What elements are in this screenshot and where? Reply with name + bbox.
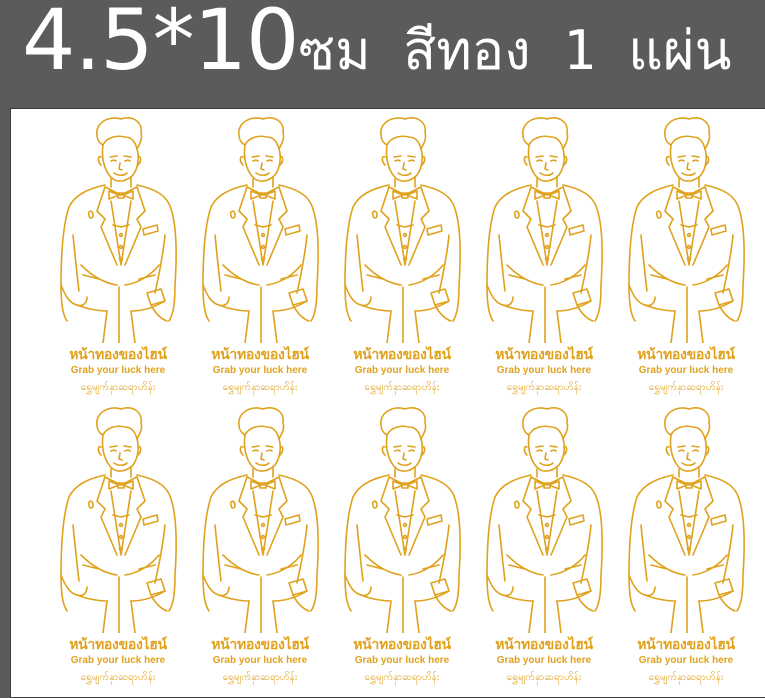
burmese-caption: ရွှေမျက်နှာဆရာဟိန်း: [222, 672, 298, 683]
title-size: 4.5*10: [22, 0, 299, 89]
burmese-caption: ရွှေမျက်နှာဆရာဟိန်း: [80, 382, 156, 393]
burmese-caption: ရွှေမျက်နှာဆရာဟိန်း: [506, 672, 582, 683]
man-in-suit-illustration: [628, 117, 745, 343]
man-in-suit-illustration: [202, 117, 319, 343]
sticker-5: หน้าทองของไฮน์ Grab your luck here ရွှေမ…: [615, 115, 757, 395]
man-in-suit-illustration: [60, 117, 177, 343]
thai-caption: หน้าทองของไฮน์: [211, 347, 309, 363]
title-description: ซม สีทอง 1 แผ่น: [298, 19, 732, 82]
man-in-suit-illustration: [202, 407, 319, 633]
man-in-suit-illustration: [344, 407, 461, 633]
sticker-6: หน้าทองของไฮน์ Grab your luck here ရွှေမ…: [47, 405, 189, 685]
sticker-3: หน้าทองของไฮน์ Grab your luck here ရွှေမ…: [331, 115, 473, 395]
sticker-10: หน้าทองของไฮน์ Grab your luck here ရွှေမ…: [615, 405, 757, 685]
page-title: 4.5*10ซม สีทอง 1 แผ่น: [22, 0, 732, 82]
burmese-caption: ရွှေမျက်နှာဆရာဟိန်း: [364, 672, 440, 683]
sticker-9: หน้าทองของไฮน์ Grab your luck here ရွှေမ…: [473, 405, 615, 685]
sticker-2: หน้าทองของไฮน์ Grab your luck here ရွှေမ…: [189, 115, 331, 395]
man-in-suit-illustration: [60, 407, 177, 633]
thai-caption: หน้าทองของไฮน์: [637, 347, 735, 363]
thai-caption: หน้าทองของไฮน์: [495, 637, 593, 653]
man-in-suit-illustration: [628, 407, 745, 633]
burmese-caption: ရွှေမျက်နှာဆရာဟိန်း: [506, 382, 582, 393]
english-caption: Grab your luck here: [70, 655, 166, 666]
english-caption: Grab your luck here: [638, 655, 734, 666]
sticker-sheet: หน้าทองของไฮน์ Grab your luck here ရွှေမ…: [10, 108, 765, 698]
burmese-caption: ရွှေမျက်နှာဆရာဟိန်း: [80, 672, 156, 683]
burmese-caption: ရွှေမျက်နှာဆရာဟိန်း: [364, 382, 440, 393]
thai-caption: หน้าทองของไฮน์: [495, 347, 593, 363]
english-caption: Grab your luck here: [212, 365, 308, 376]
sticker-7: หน้าทองของไฮน์ Grab your luck here ရွှေမ…: [189, 405, 331, 685]
man-in-suit-illustration: [486, 117, 603, 343]
english-caption: Grab your luck here: [212, 655, 308, 666]
thai-caption: หน้าทองของไฮน์: [353, 637, 451, 653]
english-caption: Grab your luck here: [354, 365, 450, 376]
english-caption: Grab your luck here: [496, 655, 592, 666]
english-caption: Grab your luck here: [70, 365, 166, 376]
thai-caption: หน้าทองของไฮน์: [211, 637, 309, 653]
thai-caption: หน้าทองของไฮน์: [69, 347, 167, 363]
sticker-1: หน้าทองของไฮน์ Grab your luck here ရွှေမ…: [47, 115, 189, 395]
english-caption: Grab your luck here: [354, 655, 450, 666]
man-in-suit-illustration: [486, 407, 603, 633]
sticker-8: หน้าทองของไฮน์ Grab your luck here ရွှေမ…: [331, 405, 473, 685]
thai-caption: หน้าทองของไฮน์: [353, 347, 451, 363]
burmese-caption: ရွှေမျက်နှာဆရာဟိန်း: [648, 672, 724, 683]
english-caption: Grab your luck here: [496, 365, 592, 376]
thai-caption: หน้าทองของไฮน์: [637, 637, 735, 653]
english-caption: Grab your luck here: [638, 365, 734, 376]
man-in-suit-illustration: [344, 117, 461, 343]
burmese-caption: ရွှေမျက်နှာဆရာဟိန်း: [222, 382, 298, 393]
sticker-4: หน้าทองของไฮน์ Grab your luck here ရွှေမ…: [473, 115, 615, 395]
thai-caption: หน้าทองของไฮน์: [69, 637, 167, 653]
burmese-caption: ရွှေမျက်နှာဆရာဟိန်း: [648, 382, 724, 393]
